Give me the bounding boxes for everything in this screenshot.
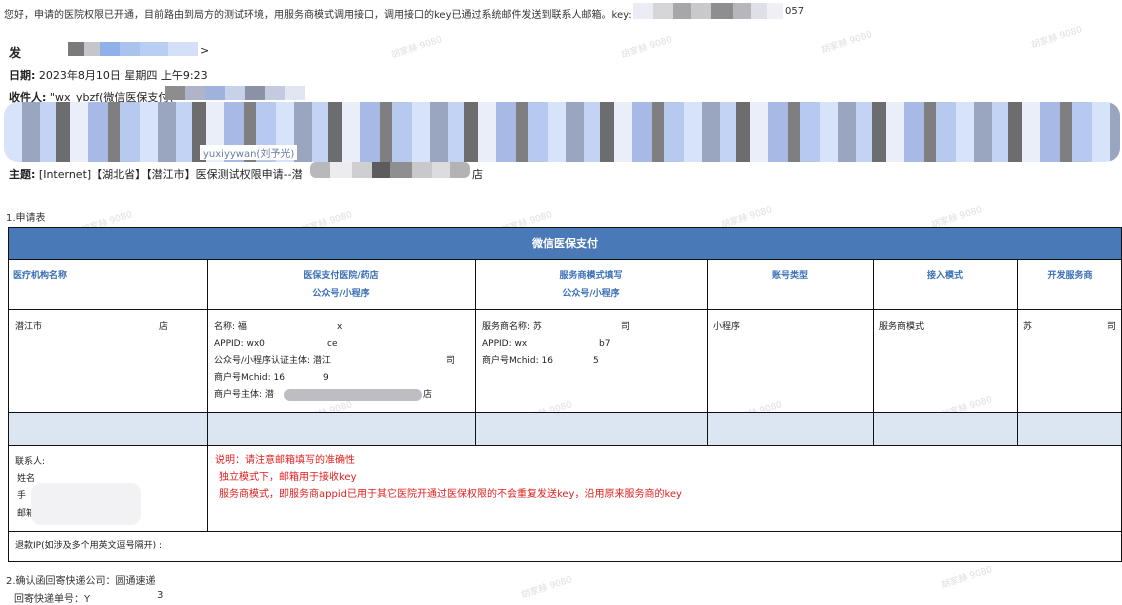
empty-blue-row bbox=[9, 413, 1121, 445]
hospital-mch-entity: 商户号主体: 潜 bbox=[214, 390, 274, 400]
hospital-mchid: 商户号Mchid: 16 bbox=[214, 373, 285, 383]
sp-mchid-tail: 5 bbox=[593, 356, 599, 366]
watermark-text: 胡家赫 9080 bbox=[940, 565, 994, 591]
hospital-appid: APPID: wx0 bbox=[214, 339, 265, 349]
note-line-1: 说明：请注意邮箱填写的准确性 bbox=[215, 455, 355, 466]
redaction-blur bbox=[4, 102, 1120, 162]
hospital-entity-tail: 司 bbox=[446, 356, 456, 366]
redaction-blur bbox=[284, 389, 422, 401]
note-line-3: 服务商模式，即服务商appid已用于其它医院开通过医保权限的不会重复发送key，… bbox=[219, 489, 682, 500]
note-line-2: 独立模式下，邮箱用于接收key bbox=[219, 472, 357, 483]
col-header-hospital-sub: 公众号/小程序 bbox=[312, 289, 370, 299]
col-header-access-mode: 接入模式 bbox=[926, 271, 963, 281]
watermark-text: 胡家赫 9080 bbox=[390, 35, 444, 61]
cc-fragment: yuxiyywan(刘予光) bbox=[200, 145, 298, 160]
col-header-hospital: 医保支付医院/药店 bbox=[303, 271, 379, 281]
redaction-blur bbox=[31, 483, 141, 525]
subject-label: 主题: bbox=[9, 168, 36, 181]
section-1-title: 1.申请表 bbox=[6, 213, 46, 224]
hospital-mch-entity-tail: 店 bbox=[423, 390, 433, 400]
date-label: 日期: bbox=[9, 69, 36, 82]
watermark-text: 胡家赫 9080 bbox=[620, 35, 674, 61]
tracking-tail: 3 bbox=[157, 590, 164, 601]
redaction-blur bbox=[633, 3, 783, 19]
dev-sp: 苏 bbox=[1023, 322, 1033, 332]
hospital-name: 名称: 福 bbox=[214, 322, 247, 332]
org-name-tail: 店 bbox=[159, 322, 169, 332]
from-label: 发 bbox=[9, 46, 22, 60]
subject-value: [Internet]【湖北省】【潜江市】医保测试权限申请--潜 bbox=[38, 168, 303, 181]
account-type: 小程序 bbox=[713, 322, 741, 332]
watermark-text: 胡家赫 9080 bbox=[820, 30, 874, 56]
tracking-label: 回寄快递单号：Y bbox=[14, 594, 91, 605]
watermark-text: 胡家赫 9080 bbox=[1030, 25, 1084, 51]
redaction-blur bbox=[310, 162, 470, 178]
col-header-sp-sub: 公众号/小程序 bbox=[562, 289, 620, 299]
redaction-blur bbox=[165, 86, 305, 100]
watermark-text: 胡家赫 9080 bbox=[520, 575, 574, 601]
application-table: 微信医保支付 医疗机构名称 医保支付医院/药店 公众号/小程序 服务商模式填写 … bbox=[8, 227, 1122, 562]
redaction-blur bbox=[38, 42, 198, 56]
sp-appid: APPID: wx bbox=[482, 339, 528, 349]
col-header-sp: 服务商模式填写 bbox=[559, 271, 623, 281]
col-header-dev-sp: 开发服务商 bbox=[1047, 271, 1093, 281]
hospital-appid-tail: ce bbox=[327, 339, 338, 349]
notice-tail: 057 bbox=[785, 6, 805, 17]
hospital-entity: 公众号/小程序认证主体: 潜江 bbox=[214, 356, 331, 366]
hospital-mchid-tail: 9 bbox=[323, 373, 329, 383]
dev-sp-tail: 司 bbox=[1107, 322, 1117, 332]
org-name: 潜江市 bbox=[15, 322, 43, 332]
date-value: 2023年8月10日 星期四 上午9:23 bbox=[38, 69, 208, 82]
access-mode: 服务商模式 bbox=[879, 322, 925, 332]
section-2-title: 2.确认函回寄快递公司：圆通速递 bbox=[6, 576, 156, 587]
sp-appid-tail: b7 bbox=[599, 339, 611, 349]
refund-ip-label: 退款IP(如涉及多个用英文逗号隔开) : bbox=[15, 541, 162, 551]
col-header-org: 医疗机构名称 bbox=[13, 271, 68, 281]
subject-tail: 店 bbox=[472, 168, 483, 181]
sp-name-tail: 司 bbox=[621, 322, 631, 332]
table-title: 微信医保支付 bbox=[9, 228, 1121, 259]
col-header-account-type: 账号类型 bbox=[771, 271, 808, 281]
contact-name-label: 姓名 bbox=[17, 474, 36, 484]
contact-phone-label: 手 bbox=[17, 491, 27, 501]
contact-label: 联系人: bbox=[15, 457, 46, 467]
sp-name: 服务商名称: 苏 bbox=[482, 322, 542, 332]
notice-text: 您好，申请的医院权限已开通，目前路由到局方的测试环境，用服务商模式调用接口，调用… bbox=[4, 10, 648, 21]
hospital-name-tail: x bbox=[337, 322, 343, 332]
sp-mchid: 商户号Mchid: 16 bbox=[482, 356, 553, 366]
